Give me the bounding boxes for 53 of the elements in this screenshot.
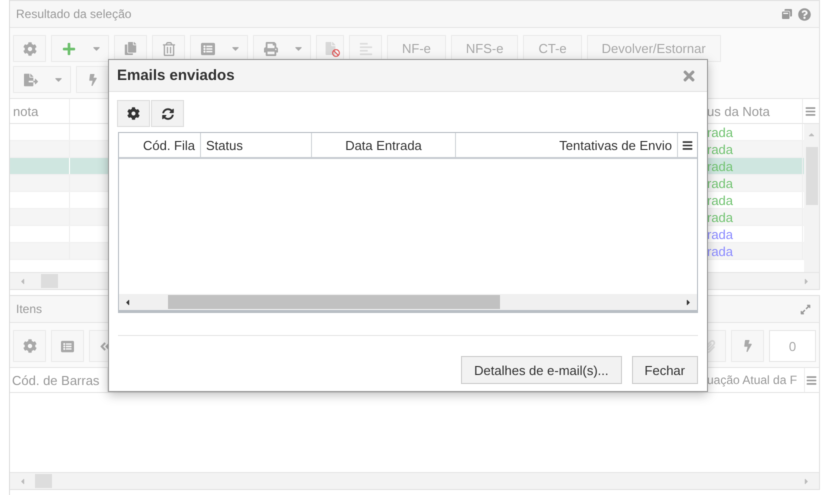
status-text: rada	[707, 210, 734, 224]
scroll-thumb[interactable]	[806, 147, 818, 205]
expand-icon	[800, 304, 811, 314]
settings-button[interactable]	[117, 100, 150, 127]
column-header[interactable]: Tentativas de Envio	[456, 133, 678, 157]
close-icon[interactable]	[681, 68, 697, 84]
horizontal-scrollbar[interactable]	[10, 472, 819, 489]
export-button[interactable]	[13, 66, 71, 93]
refresh-button[interactable]	[151, 100, 184, 127]
dialog-button[interactable]: Detalhes de e-mail(s)...	[461, 356, 622, 384]
status-text: rada	[707, 192, 734, 208]
menu-icon	[682, 140, 693, 150]
list-button[interactable]	[51, 330, 84, 362]
status-text: rada	[707, 142, 734, 156]
settings-icon	[127, 107, 140, 120]
vertical-scrollbar[interactable]	[804, 124, 819, 272]
bolt-icon	[742, 340, 754, 352]
list-icon	[200, 42, 214, 56]
help-icon	[798, 8, 811, 20]
copy-icon	[124, 42, 137, 55]
column-header[interactable]: Data Entrada	[312, 133, 456, 157]
list-icon	[61, 340, 74, 352]
horizontal-scrollbar[interactable]	[119, 294, 697, 310]
dialog-button[interactable]: Fechar	[632, 356, 698, 384]
bolt-button[interactable]	[76, 66, 109, 93]
bolt-icon	[86, 74, 98, 86]
refresh-icon	[162, 108, 174, 120]
bolt-button[interactable]	[731, 330, 764, 362]
stack-icon	[358, 42, 372, 56]
menu-icon	[805, 106, 816, 116]
toolbar-button[interactable]: Devolver/Estornar	[586, 35, 721, 62]
settings-icon	[22, 339, 36, 353]
settings-icon	[22, 42, 36, 56]
status-text: rada	[707, 158, 734, 174]
counter-field[interactable]: 0	[769, 330, 816, 362]
windows-icon	[782, 9, 792, 19]
export-icon	[24, 72, 38, 86]
plus-icon	[62, 42, 76, 56]
status-text: rada	[707, 124, 734, 140]
panel-title: Itens	[16, 302, 42, 316]
column-header[interactable]: nota	[10, 99, 70, 123]
trash-icon	[162, 42, 176, 56]
status-text: rada	[707, 226, 734, 242]
status-text: rada	[707, 176, 734, 190]
status-text: rada	[707, 244, 734, 258]
panel-title: Resultado da seleção	[16, 7, 132, 21]
printer-icon	[264, 42, 278, 56]
dialog-title: Emails enviados	[117, 67, 235, 84]
add-button[interactable]	[51, 35, 109, 62]
column-header[interactable]: Status	[201, 133, 312, 157]
menu-icon	[806, 374, 817, 386]
scroll-thumb[interactable]	[168, 295, 500, 309]
column-header[interactable]: Cód. Fila	[119, 133, 201, 157]
